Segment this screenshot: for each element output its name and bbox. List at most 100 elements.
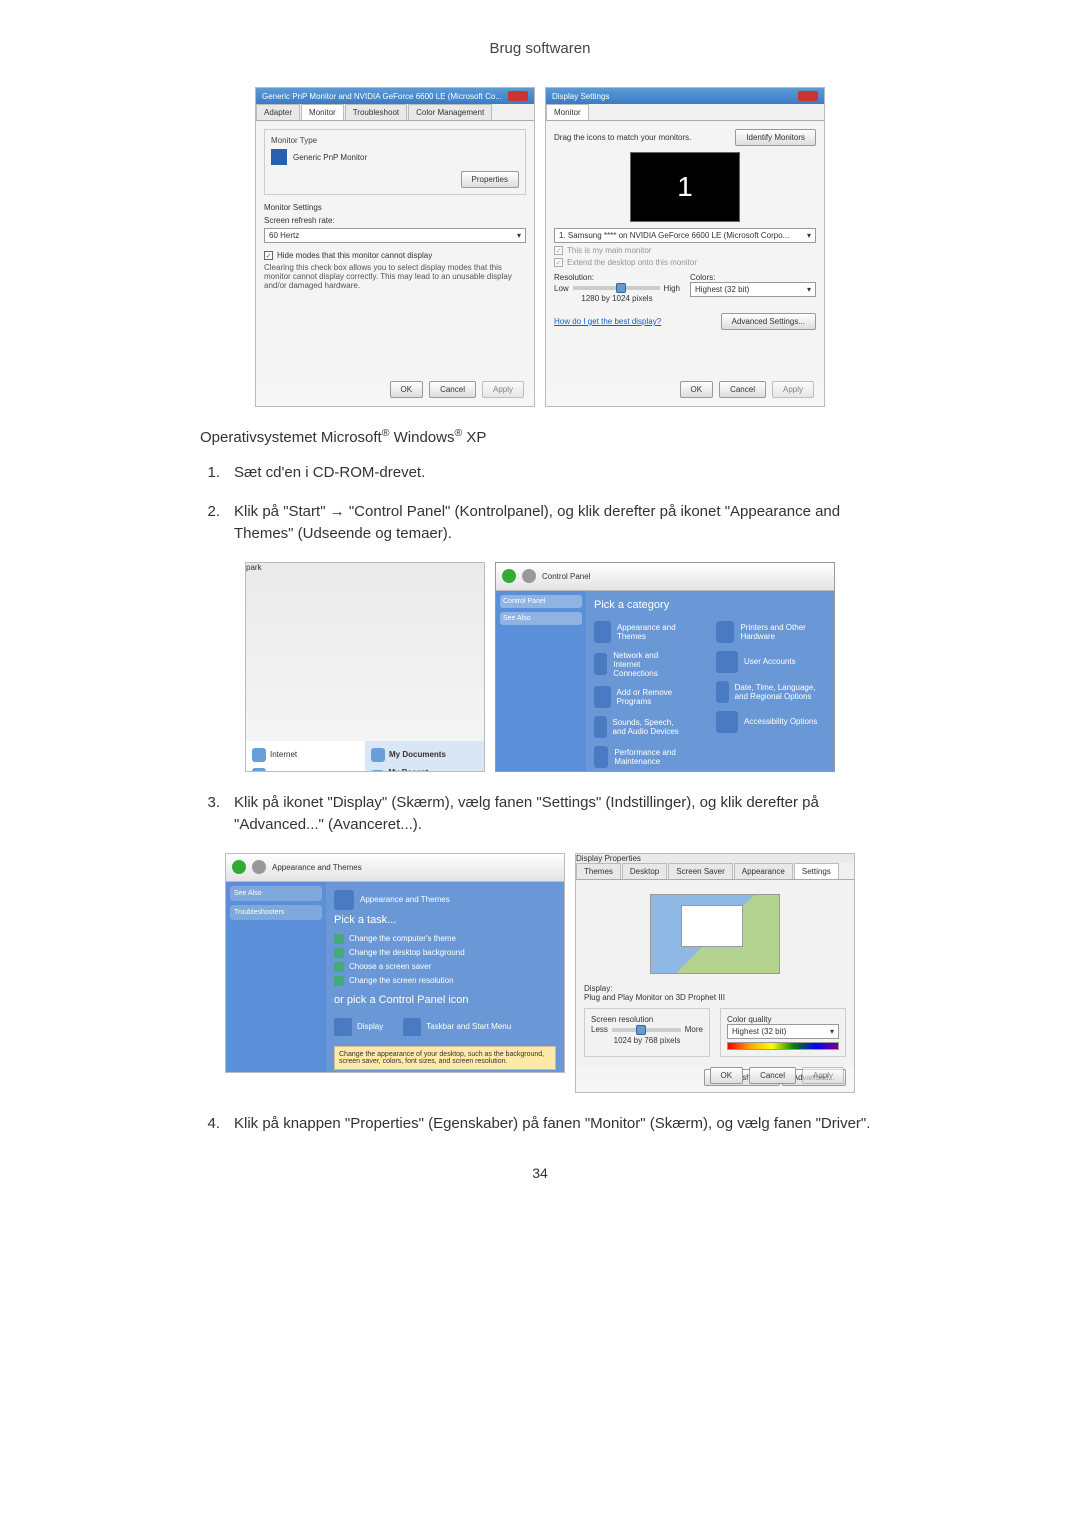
extend-desktop-label: Extend the desktop onto this monitor (567, 258, 697, 267)
programs-icon (594, 686, 611, 708)
start-menu-left: Internet E-mail HCT 10.0 Notepad Paint W… (246, 741, 365, 772)
step-3: 3. Klik på ikonet "Display" (Skærm), væl… (200, 792, 880, 837)
refresh-rate-dropdown[interactable]: 60 Hertz (264, 228, 526, 243)
start-item-email[interactable]: E-mail (250, 765, 361, 772)
cp-icon-taskbar[interactable]: Taskbar and Start Menu (403, 1018, 511, 1036)
screenshot-row-2: park Internet E-mail HCT 10.0 Notepad Pa… (180, 562, 900, 772)
res-more: More (685, 1025, 703, 1034)
address-label: Appearance and Themes (272, 863, 362, 872)
identify-monitors-button[interactable]: Identify Monitors (735, 129, 816, 146)
apptask-title: Appearance and Themes (360, 895, 450, 904)
cat-performance[interactable]: Performance and Maintenance (594, 746, 686, 768)
start-item-recent[interactable]: My Recent Documents ▸ (369, 765, 480, 772)
start-menu-header: park (246, 563, 484, 741)
close-icon[interactable] (798, 91, 818, 101)
ok-button[interactable]: OK (680, 381, 714, 398)
step-text: Klik på knappen "Properties" (Egenskaber… (234, 1113, 880, 1136)
appearance-tasks-screenshot: Appearance and Themes See Also Troublesh… (225, 853, 565, 1073)
tab-screensaver[interactable]: Screen Saver (668, 863, 732, 879)
cat-accessibility[interactable]: Accessibility Options (716, 711, 826, 733)
arrow-icon (334, 962, 344, 972)
tab-strip: Adapter Monitor Troubleshoot Color Manag… (256, 104, 534, 121)
cat-datetime[interactable]: Date, Time, Language, and Regional Optio… (716, 681, 826, 703)
tab-themes[interactable]: Themes (576, 863, 621, 879)
tab-color-management[interactable]: Color Management (408, 104, 492, 120)
monitor-properties-dialog: Generic PnP Monitor and NVIDIA GeForce 6… (255, 87, 535, 407)
start-item-internet[interactable]: Internet (250, 745, 361, 765)
cancel-button[interactable]: Cancel (429, 381, 476, 398)
step-num: 1. (200, 462, 220, 485)
cat-appearance[interactable]: Appearance and Themes (594, 621, 686, 643)
cat-network[interactable]: Network and Internet Connections (594, 651, 686, 678)
advanced-settings-button[interactable]: Advanced Settings... (721, 313, 816, 330)
dialog-title: Display Settings (552, 92, 609, 101)
help-link[interactable]: How do I get the best display? (554, 317, 661, 326)
task-resolution[interactable]: Change the screen resolution (334, 976, 556, 986)
tab-monitor[interactable]: Monitor (546, 104, 589, 120)
properties-button[interactable]: Properties (461, 171, 519, 188)
cancel-button[interactable]: Cancel (719, 381, 766, 398)
network-icon (594, 653, 607, 675)
cat-printers[interactable]: Printers and Other Hardware (716, 621, 826, 643)
main-monitor-checkbox: ✓ (554, 246, 563, 255)
resolution-slider[interactable] (612, 1028, 681, 1032)
colors-dropdown[interactable]: Highest (32 bit) (690, 282, 816, 297)
cp-content: Pick a category Appearance and Themes Ne… (586, 591, 834, 771)
mail-icon (252, 768, 266, 772)
color-quality-dropdown[interactable]: Highest (32 bit) (727, 1024, 839, 1039)
refresh-rate-label: Screen refresh rate: (264, 216, 526, 225)
task-screensaver[interactable]: Choose a screen saver (334, 962, 556, 972)
dialog-title: Generic PnP Monitor and NVIDIA GeForce 6… (262, 92, 502, 101)
taskbar-icon (403, 1018, 421, 1036)
arrow-icon (334, 976, 344, 986)
task-theme[interactable]: Change the computer's theme (334, 934, 556, 944)
apply-button[interactable]: Apply (482, 381, 524, 398)
tab-settings[interactable]: Settings (794, 863, 839, 879)
quality-legend: Color quality (727, 1015, 839, 1024)
arrow-icon (334, 948, 344, 958)
hide-modes-checkbox[interactable]: ✓ (264, 251, 273, 260)
cancel-button[interactable]: Cancel (749, 1067, 796, 1084)
apply-button[interactable]: Apply (772, 381, 814, 398)
tab-troubleshoot[interactable]: Troubleshoot (345, 104, 407, 120)
dialog-titlebar: Display Properties (576, 854, 854, 863)
monitor-type-fieldset: Monitor Type Generic PnP Monitor Propert… (264, 129, 526, 195)
page-number: 34 (180, 1165, 900, 1181)
tooltip-desc: Change the appearance of your desktop, s… (334, 1046, 556, 1070)
appearance-icon (334, 890, 354, 910)
resolution-value: 1024 by 768 pixels (591, 1036, 703, 1045)
task-background[interactable]: Change the desktop background (334, 948, 556, 958)
tab-monitor[interactable]: Monitor (301, 104, 344, 120)
cat-sounds[interactable]: Sounds, Speech, and Audio Devices (594, 716, 686, 738)
start-menu-right: My Documents My Recent Documents ▸ My Pi… (365, 741, 484, 772)
forward-icon[interactable] (252, 860, 266, 874)
ok-button[interactable]: OK (710, 1067, 744, 1084)
cat-addremove[interactable]: Add or Remove Programs (594, 686, 686, 708)
cp-side-box: Control Panel (500, 595, 582, 608)
apply-button[interactable]: Apply (802, 1067, 844, 1084)
back-icon[interactable] (502, 569, 516, 583)
monitor-type-legend: Monitor Type (271, 136, 519, 145)
ie-icon (252, 748, 266, 762)
resolution-label: Resolution: (554, 273, 680, 282)
ok-button[interactable]: OK (390, 381, 424, 398)
display-properties-dialog: Display Properties Themes Desktop Screen… (575, 853, 855, 1093)
forward-icon[interactable] (522, 569, 536, 583)
start-item-mydocs[interactable]: My Documents (369, 745, 480, 765)
close-icon[interactable] (508, 91, 528, 101)
side-seealso: See Also (230, 886, 322, 901)
monitor-preview[interactable]: 1 (630, 152, 740, 222)
cp-icon-display[interactable]: Display (334, 1018, 383, 1036)
res-less: Less (591, 1025, 608, 1034)
step-text: Klik på ikonet "Display" (Skærm), vælg f… (234, 792, 880, 837)
cat-users[interactable]: User Accounts (716, 651, 826, 673)
resolution-slider[interactable] (573, 286, 660, 290)
tab-adapter[interactable]: Adapter (256, 104, 300, 120)
tab-appearance[interactable]: Appearance (734, 863, 793, 879)
step-4: 4. Klik på knappen "Properties" (Egenska… (200, 1113, 880, 1136)
back-icon[interactable] (232, 860, 246, 874)
apptask-sidebar: See Also Troubleshooters (226, 882, 326, 1072)
monitor-select-dropdown[interactable]: 1. Samsung **** on NVIDIA GeForce 6600 L… (554, 228, 816, 243)
screenshot-row-3: Appearance and Themes See Also Troublesh… (180, 853, 900, 1093)
tab-desktop[interactable]: Desktop (622, 863, 667, 879)
